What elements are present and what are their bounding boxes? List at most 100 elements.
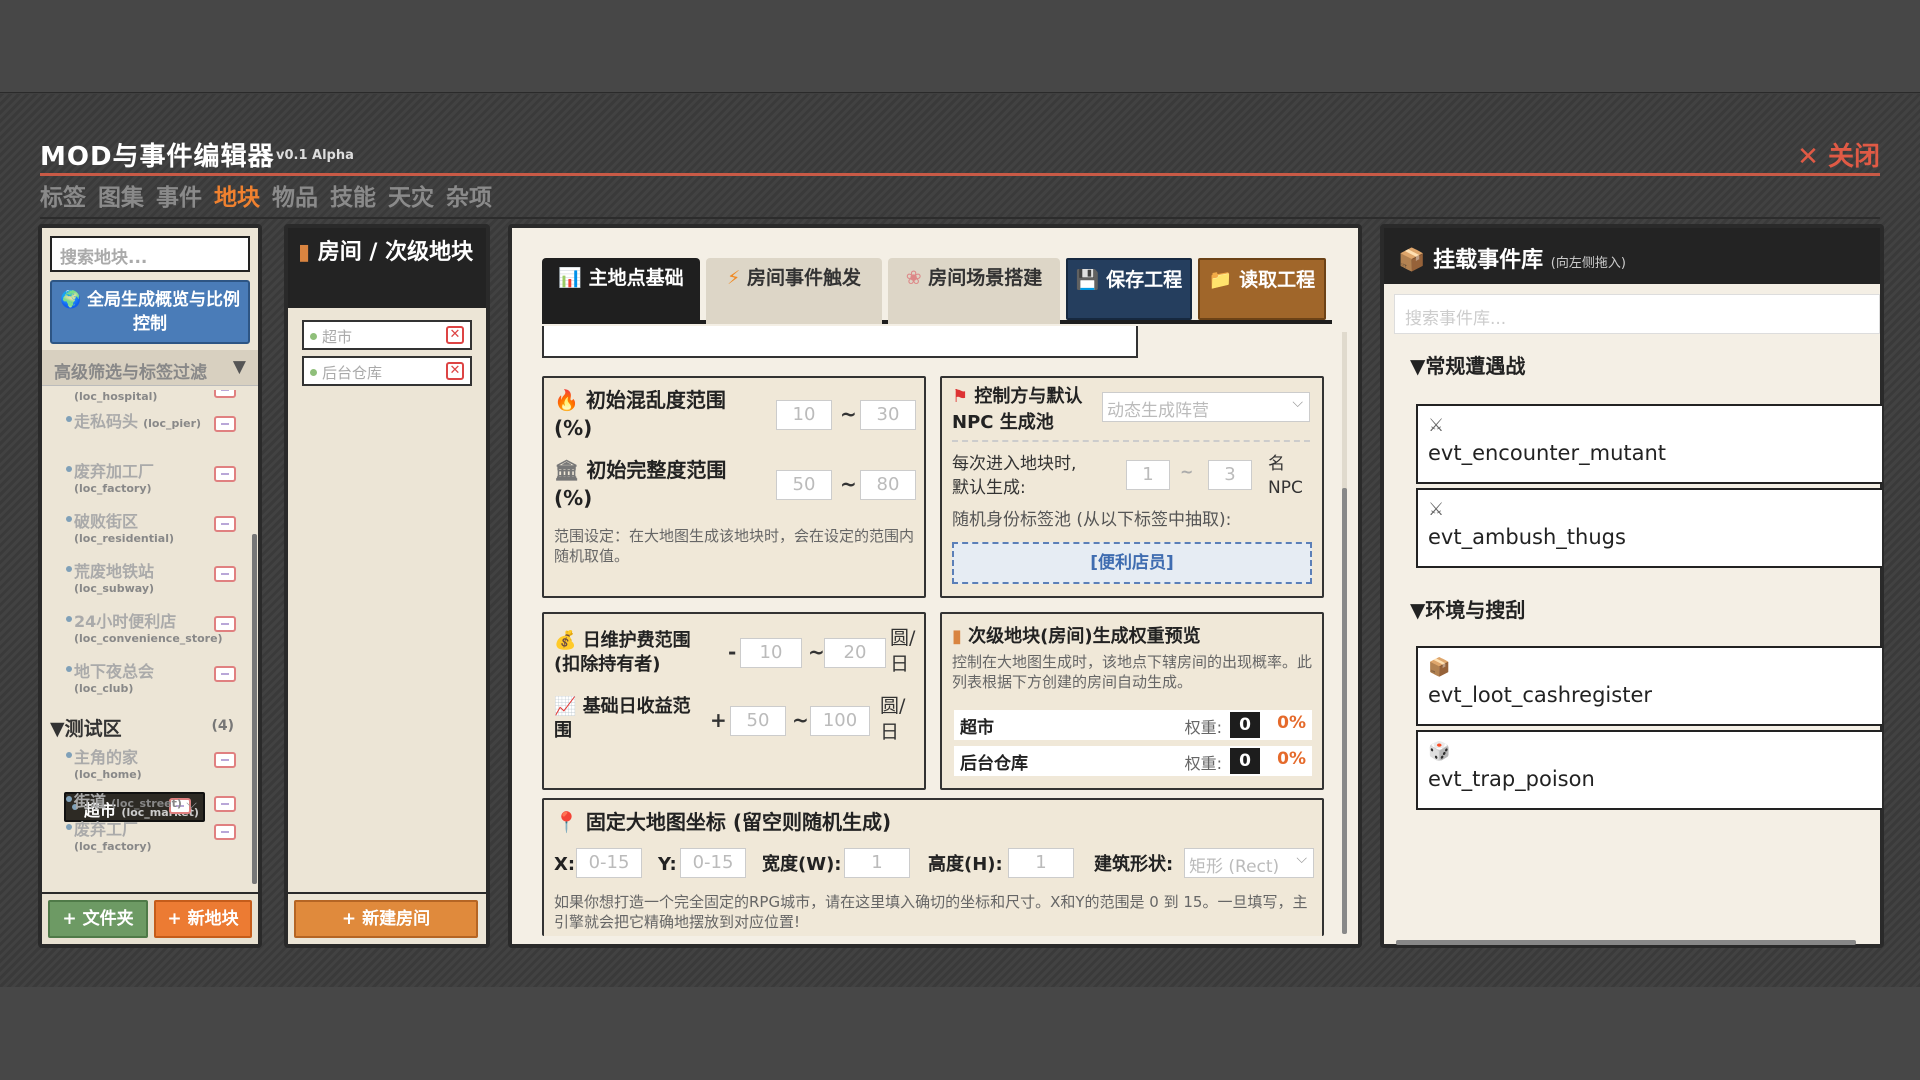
shape-select[interactable]: 矩形 (Rect) [1184,848,1314,878]
edit-icon[interactable] [214,516,236,532]
global-overview-button[interactable]: 🌍 全局生成概览与比例控制 [50,280,250,344]
location-id: (loc_street) [111,797,182,810]
list-item[interactable]: 地下夜总会 (loc_club) [50,658,248,708]
weight-input[interactable]: 0 [1230,748,1260,774]
event-library-title: 挂载事件库 [1433,248,1544,273]
location-id: (loc_factory) [74,482,152,495]
income-max-input[interactable]: 100 [810,706,870,736]
faction-select[interactable]: 动态生成阵营 [1102,392,1310,422]
category-combat[interactable]: ▼常规遭遇战 [1410,350,1525,379]
y-label: Y: [658,854,677,875]
list-item[interactable]: 24小时便利店 (loc_convenience_store) [50,608,248,658]
app-title: MOD与事件编辑器 [40,142,275,172]
list-item[interactable]: 废弃工厂 (loc_factory) [50,816,248,866]
event-search-input[interactable]: 搜索事件库... [1394,294,1880,334]
tab-room-events[interactable]: ⚡ 房间事件触发 [706,258,882,324]
category-loot[interactable]: ▼环境与搜刮 [1410,594,1525,623]
event-horizontal-scrollbar[interactable] [1396,940,1856,945]
add-folder-button[interactable]: + 文件夹 [48,900,148,938]
editor-scrollbar[interactable] [1342,488,1347,934]
width-input[interactable]: 1 [844,848,910,878]
load-project-button[interactable]: 📁 读取工程 [1198,258,1326,320]
nav-disaster[interactable]: 天灾 [388,182,434,214]
x-input[interactable]: 0-15 [576,848,642,878]
edit-icon[interactable] [214,666,236,682]
event-card[interactable]: 🎲 evt_trap_poison [1416,730,1882,810]
editor-tabs: 📊 主地点基础 ⚡ 房间事件触发 ❀ 房间场景搭建 💾 保存工程 📁 读取工程 [542,258,1332,324]
edit-icon[interactable] [214,616,236,632]
upkeep-min-input[interactable]: 10 [740,638,802,668]
tab-label: 房间场景搭建 [928,267,1043,289]
nav-atlas[interactable]: 图集 [98,182,144,214]
list-item[interactable]: (loc_hospital) [50,390,248,408]
edit-icon[interactable] [214,796,236,812]
add-location-button[interactable]: + 新地块 [154,900,252,938]
list-item[interactable]: 主角的家 (loc_home) [50,744,248,788]
delete-room-icon[interactable]: ✕ [446,326,464,344]
list-item[interactable]: 废弃加工厂 (loc_factory) [50,458,248,508]
list-item[interactable]: 荒废地铁站 (loc_subway) [50,558,248,608]
event-card[interactable]: 📦 evt_loot_cashregister [1416,646,1882,726]
folder-test-area[interactable]: ▼测试区 (4) [50,708,248,744]
nav-tag[interactable]: 标签 [40,182,86,214]
delete-room-icon[interactable]: ✕ [446,362,464,380]
floppy-icon: 💾 [1075,269,1107,291]
list-scrollbar[interactable] [252,534,257,884]
edit-icon[interactable] [214,824,236,840]
location-id: (loc_club) [74,682,134,695]
main-nav: 标签 图集 事件 地块 物品 技能 天灾 杂项 [40,182,1880,219]
main-editor-panel: 📊 主地点基础 ⚡ 房间事件触发 ❀ 房间场景搭建 💾 保存工程 📁 读取工程 … [508,224,1362,948]
edit-icon[interactable] [214,566,236,582]
integrity-min-input[interactable]: 50 [776,470,832,500]
tab-location-basics[interactable]: 📊 主地点基础 [542,258,700,324]
advanced-filter-toggle[interactable]: 高级筛选与标签过滤 ▼ [42,350,258,386]
income-min-input[interactable]: 50 [730,706,786,736]
weight-note: 控制在大地图生成时，该地点下辖房间的出现概率。此列表根据下方创建的房间自动生成。 [952,653,1313,691]
weight-label: 权重: [1184,718,1222,737]
chaos-max-input[interactable]: 30 [860,400,916,430]
integrity-max-input[interactable]: 80 [860,470,916,500]
nav-item[interactable]: 物品 [272,182,318,214]
list-item[interactable]: 走私码头 (loc_pier) [50,408,248,458]
location-search-input[interactable]: 搜索地块... [50,236,250,272]
npc-spawn-text2: 默认生成: [952,478,1026,498]
room-weight-box: ▮ 次级地块(房间)生成权重预览 控制在大地图生成时，该地点下辖房间的出现概率。… [940,612,1324,790]
edit-icon[interactable] [214,466,236,482]
app-version: v0.1 Alpha [276,148,354,163]
close-button[interactable]: ✕ 关闭 [1797,136,1880,173]
list-item[interactable]: 街道 (loc_street) [50,788,248,816]
nav-skill[interactable]: 技能 [330,182,376,214]
dot-icon [66,416,72,422]
income-label2: 围 [554,720,572,741]
tab-room-scenes[interactable]: ❀ 房间场景搭建 [888,258,1060,324]
height-input[interactable]: 1 [1008,848,1074,878]
weight-input[interactable]: 0 [1230,712,1260,738]
income-unit: 圆/ [880,695,906,717]
chaos-min-input[interactable]: 10 [776,400,832,430]
npc-max-input[interactable]: 3 [1208,460,1252,490]
weight-row: 超市 权重: 0 0% [954,710,1312,740]
nav-misc[interactable]: 杂项 [446,182,492,214]
list-item[interactable]: 破败街区 (loc_residential) [50,508,248,558]
edit-icon[interactable] [214,752,236,768]
dice-icon: 🎲 [1428,741,1451,762]
filter-label: 高级筛选与标签过滤 [54,363,207,383]
nav-event[interactable]: 事件 [156,182,202,214]
event-card[interactable]: ⚔ evt_ambush_thugs [1416,488,1882,568]
y-input[interactable]: 0-15 [680,848,746,878]
add-room-button[interactable]: + 新建房间 [294,900,478,938]
description-textarea[interactable] [542,326,1138,358]
nav-location[interactable]: 地块 [214,182,260,214]
event-card[interactable]: ⚔ evt_encounter_mutant [1416,404,1882,484]
edit-icon[interactable] [214,416,236,432]
door-icon: ▮ [298,240,318,265]
room-item[interactable]: 后台仓库 ✕ [302,356,472,386]
edit-icon[interactable] [214,390,236,398]
coords-note: 如果你想打造一个完全固定的RPG城市，请在这里填入确切的坐标和尺寸。X和Y的范围… [554,893,1308,931]
chaos-label: 🔥 初始混乱度范围 [554,388,726,412]
room-item[interactable]: 超市 ✕ [302,320,472,350]
upkeep-max-input[interactable]: 20 [824,638,886,668]
tag-pool-dropzone[interactable]: [便利店员] [952,542,1312,584]
npc-min-input[interactable]: 1 [1126,460,1170,490]
save-project-button[interactable]: 💾 保存工程 [1066,258,1192,320]
